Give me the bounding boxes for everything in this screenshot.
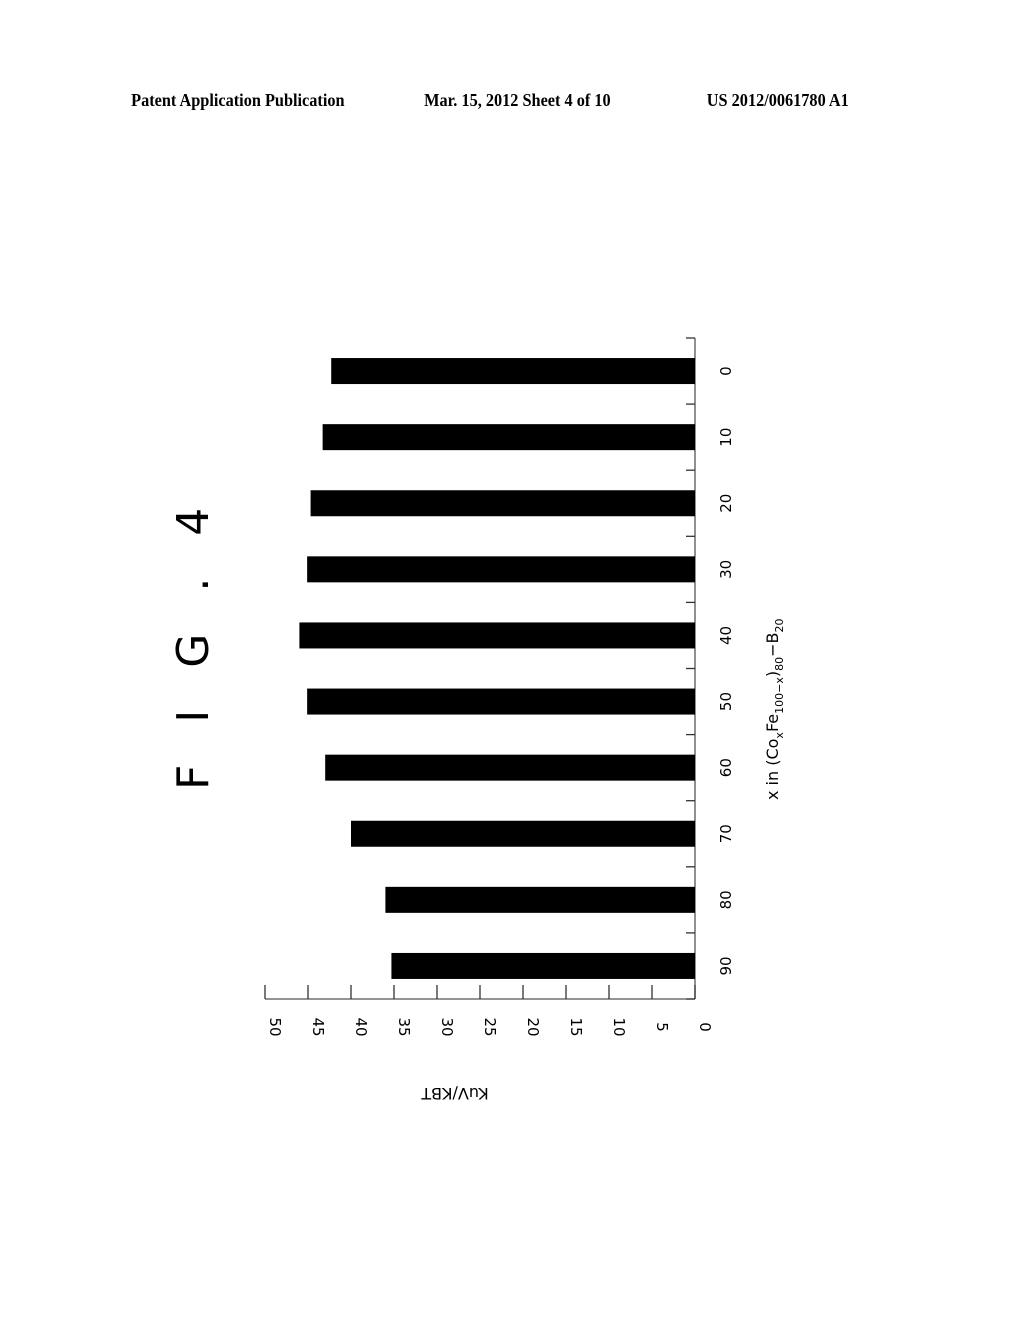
value-tick-label: 25 <box>481 1017 499 1036</box>
bar-90 <box>391 952 695 979</box>
value-tick-label: 15 <box>567 1017 585 1036</box>
value-tick-label: 10 <box>610 1017 628 1036</box>
category-axis-title: x in (CoxFe100−x)80−B20 <box>763 619 786 801</box>
bar-50 <box>307 688 695 715</box>
value-axis-title: KuV/KBT <box>421 1084 489 1103</box>
value-tick-label: 50 <box>266 1017 284 1036</box>
bar-80 <box>385 886 695 913</box>
value-tick-label: 20 <box>524 1017 542 1036</box>
category-tick-label: 60 <box>717 758 735 777</box>
value-axis-ticks: 0 5 10 15 20 25 30 35 40 45 50 <box>264 985 714 1037</box>
figure-title: F I G . 4 <box>168 494 219 790</box>
bar-40 <box>299 622 695 649</box>
bar-60 <box>325 754 695 781</box>
bar-70 <box>351 820 695 847</box>
category-tick-label: 70 <box>717 824 735 843</box>
bar-10 <box>322 424 695 451</box>
value-tick-label: 35 <box>395 1017 413 1036</box>
category-tick-label: 20 <box>717 494 735 513</box>
category-tick-label: 0 <box>717 366 735 376</box>
bar-20 <box>310 490 695 517</box>
bar-0 <box>331 358 695 385</box>
category-tick-label: 30 <box>717 560 735 579</box>
category-tick-label: 10 <box>717 428 735 447</box>
value-tick-label: 5 <box>653 1022 671 1032</box>
value-tick-label: 0 <box>696 1022 714 1032</box>
value-tick-label: 30 <box>438 1017 456 1036</box>
category-tick-label: 80 <box>717 890 735 909</box>
value-tick-label: 45 <box>309 1017 327 1036</box>
value-tick-label: 40 <box>352 1017 370 1036</box>
category-tick-label: 40 <box>717 626 735 645</box>
bar-30 <box>307 556 695 583</box>
bars <box>299 358 695 979</box>
category-tick-label: 90 <box>717 956 735 975</box>
category-tick-label: 50 <box>717 692 735 711</box>
bar-chart: F I G . 4 0 5 10 15 20 25 30 35 40 45 50 0 10 20 30 40… <box>168 337 786 1103</box>
